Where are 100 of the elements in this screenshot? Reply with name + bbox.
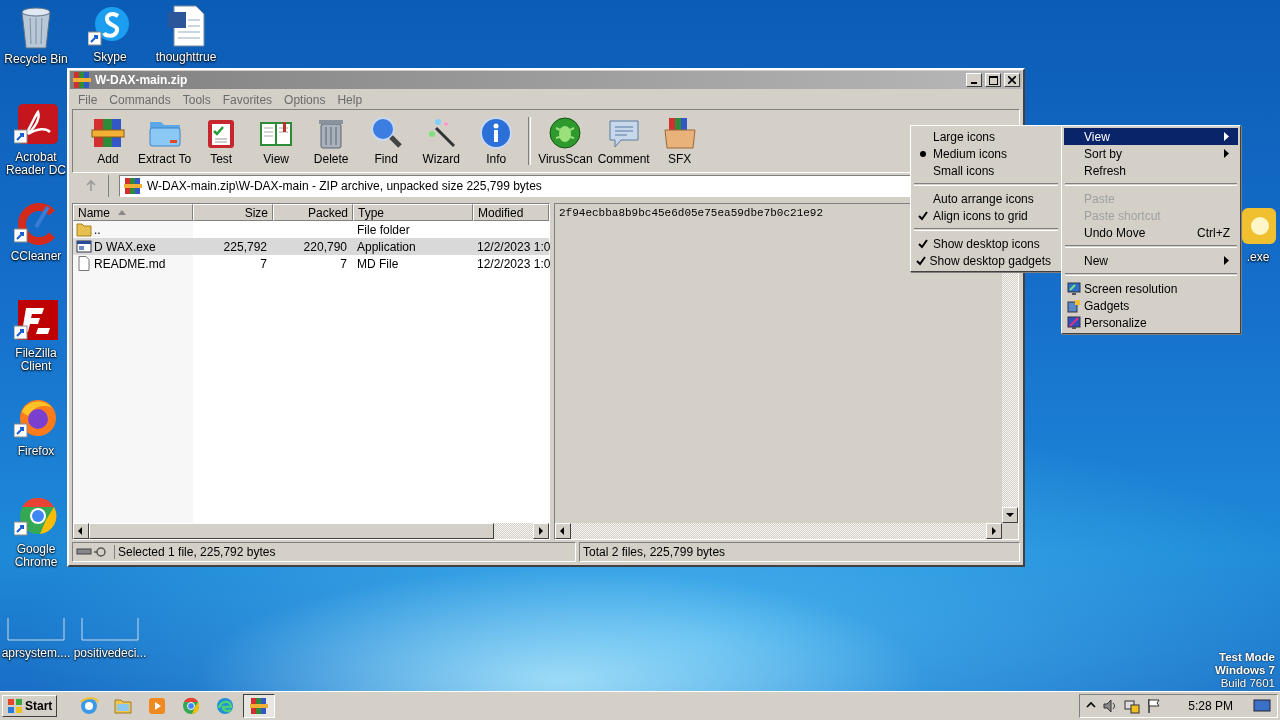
desktop-icon-label: positivedeci...: [73, 647, 147, 660]
close-icon: [1008, 76, 1016, 84]
column-header[interactable]: Modified: [473, 204, 549, 221]
table-cell-text: 220,790: [302, 239, 348, 254]
clock[interactable]: 5:28 PM: [1188, 699, 1233, 713]
minimize-button[interactable]: [966, 73, 982, 87]
maximize-icon: [988, 75, 998, 85]
column-header[interactable]: Type: [353, 204, 473, 221]
status-text: Total 2 files, 225,799 bytes: [583, 545, 726, 559]
toolbar-button[interactable]: VirusScan: [536, 113, 595, 169]
toolbar-button[interactable]: Delete: [304, 113, 359, 169]
bug-icon: [548, 116, 583, 150]
desktop-icon-label: Skype: [93, 51, 127, 64]
table-cell-text: 7: [339, 256, 348, 271]
desktop-icon-label: FileZilla Client: [14, 347, 58, 373]
table-cell: D WAX.exe: [94, 239, 156, 254]
menu-bar-item[interactable]: Options: [279, 92, 331, 107]
network-icon[interactable]: [1124, 698, 1141, 714]
desktop-icon-label: CCleaner: [10, 250, 62, 263]
menu-item[interactable]: Screen resolution: [1064, 280, 1238, 297]
table-cell-text: Application: [356, 239, 417, 254]
close-button[interactable]: [1004, 73, 1020, 87]
menu-item[interactable]: Refresh: [1064, 162, 1238, 179]
skype-icon[interactable]: [88, 4, 132, 48]
column-header[interactable]: Name: [73, 204, 193, 221]
books-icon: [91, 116, 125, 150]
menu-bar-item[interactable]: File: [73, 92, 103, 107]
box-icon: [662, 116, 697, 150]
os-info-text: Build 7601: [1220, 677, 1275, 690]
desktop-icon-label: Google Chrome: [13, 543, 59, 569]
table-cell-text: 12/2/2023 1:0: [476, 256, 552, 271]
desktop-icon-label: aprsystem....: [1, 647, 71, 660]
edge-browser-icon: [215, 696, 236, 716]
menu-item[interactable]: Personalize: [1064, 314, 1238, 331]
desktop-icon-label: thoughttrue: [155, 51, 217, 64]
desktop-icon-label: Acrobat Reader DC: [5, 151, 67, 177]
menu-item[interactable]: New: [1064, 252, 1238, 269]
archiver-icon: [123, 176, 143, 196]
start-button[interactable]: Start: [2, 695, 58, 717]
archiver-icon: [249, 696, 270, 716]
windows-logo: [7, 698, 23, 714]
os-info-text: Windows 7: [1215, 664, 1275, 677]
menu-item[interactable]: Sort by: [1064, 145, 1238, 162]
desktop-icon-label: Firefox: [17, 445, 55, 458]
archiver-icon: [72, 70, 92, 90]
comment-text: 2f94ecbba8b9bc45e6d05e75ea59dbe7b0c21e92: [559, 207, 824, 219]
personalize-icon: [1067, 315, 1081, 330]
toolbar-button[interactable]: Info: [469, 113, 524, 169]
menu-bar-item[interactable]: Help: [332, 92, 368, 107]
media-player-icon: [147, 696, 168, 716]
menu-item[interactable]: Undo Move Ctrl+Z: [1064, 224, 1238, 241]
toolbar-button[interactable]: Extract To: [136, 113, 194, 169]
toolbar-button[interactable]: SFX: [652, 113, 707, 169]
desktop-icon-label: .exe: [1246, 251, 1270, 264]
menu-item[interactable]: Show desktop icons: [913, 235, 1059, 252]
toolbar-button[interactable]: Test: [194, 113, 249, 169]
shortcut-text: Ctrl+Z: [1197, 225, 1230, 240]
menu-item[interactable]: Align icons to grid: [913, 207, 1059, 224]
window-title: W-DAX-main.zip: [95, 73, 189, 87]
show-desktop-icon[interactable]: [1253, 698, 1271, 714]
toolbar-button[interactable]: Find: [359, 113, 414, 169]
menu-item[interactable]: Large icons: [913, 128, 1059, 145]
table-cell: ..: [94, 222, 101, 237]
column-header[interactable]: Size: [193, 204, 273, 221]
application-icon: [76, 239, 92, 254]
maximize-button[interactable]: [985, 73, 1001, 87]
file-row[interactable]: README.md 7 7 MD File 12/2/2023 1:0: [73, 255, 549, 272]
horizontal-scrollbar[interactable]: [73, 523, 549, 539]
file-row[interactable]: .. File folder: [73, 221, 549, 238]
table-cell-text: 7: [259, 256, 268, 271]
os-info-text: Test Mode: [1219, 651, 1275, 664]
taskbar-button[interactable]: [243, 694, 276, 718]
chrome-icon: [181, 696, 202, 716]
file-row[interactable]: D WAX.exe 225,792 220,790 Application 12/2/2023 1:0: [73, 238, 549, 255]
toolbar-button[interactable]: Wizard: [414, 113, 469, 169]
desktop-icon-label: Recycle Bin: [4, 53, 68, 66]
table-cell-text: MD File: [356, 256, 400, 271]
toolbar-button[interactable]: Comment: [595, 113, 652, 169]
folder-icon: [113, 696, 134, 716]
menu-item[interactable]: Show desktop gadgets: [913, 252, 1059, 269]
menu-bar-item[interactable]: Commands: [104, 92, 176, 107]
column-header[interactable]: Packed: [273, 204, 353, 221]
menu-bar-item[interactable]: Tools: [177, 92, 216, 107]
menu-bar-item[interactable]: Favorites: [217, 92, 278, 107]
menu-item[interactable]: Gadgets: [1064, 297, 1238, 314]
toolbar-button[interactable]: View: [249, 113, 304, 169]
info-icon: [479, 116, 514, 150]
horizontal-scrollbar[interactable]: [555, 523, 1002, 539]
menu-item[interactable]: Medium icons: [913, 145, 1059, 162]
table-cell-text: 225,792: [222, 239, 268, 254]
menu-item[interactable]: View: [1064, 128, 1238, 145]
up-arrow-icon: [84, 180, 97, 192]
table-cell: README.md: [94, 256, 166, 271]
cleaner-icon[interactable]: [14, 203, 58, 247]
toolbar-button[interactable]: Add: [81, 113, 135, 169]
monitor-icon: [1067, 281, 1081, 296]
magnifier-icon: [369, 116, 404, 150]
flag-icon[interactable]: [1146, 698, 1163, 714]
status-text: Selected 1 file, 225,792 bytes: [114, 545, 276, 559]
table-cell-text: File folder: [356, 222, 411, 237]
